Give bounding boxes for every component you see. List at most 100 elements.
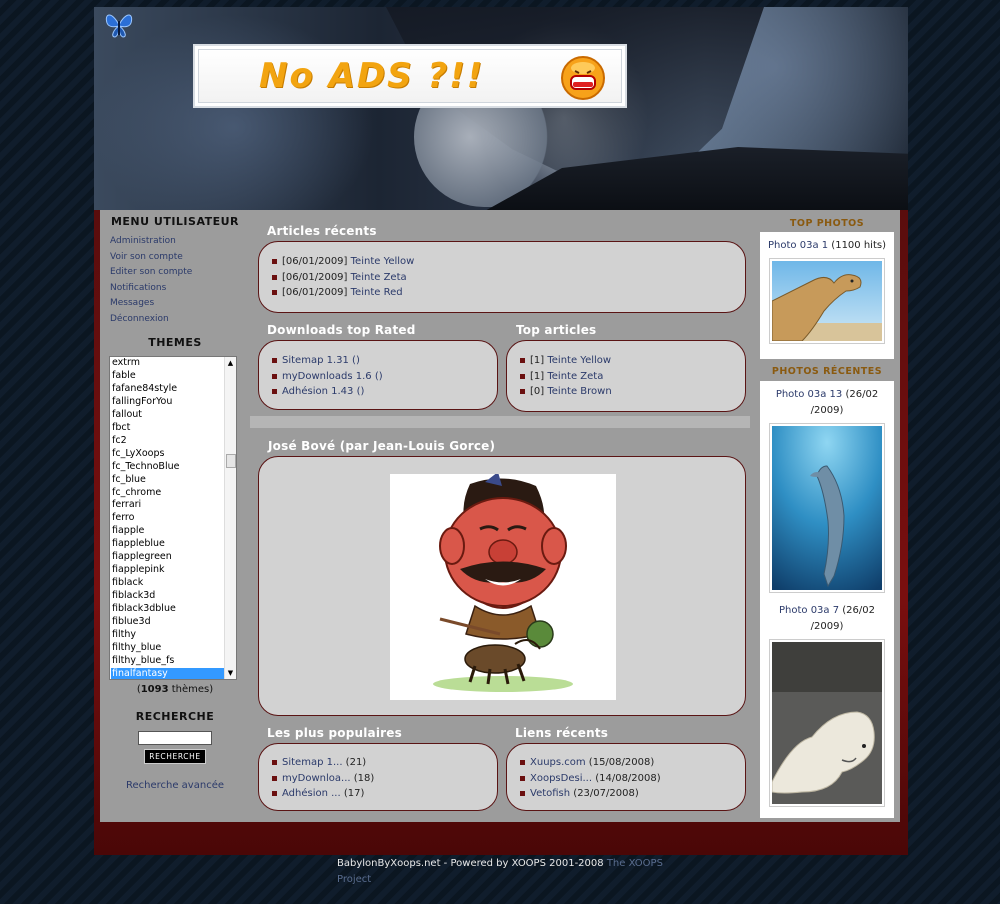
article-link[interactable]: Teinte Zeta [351, 272, 407, 283]
theme-option[interactable]: fc_TechnoBlue [111, 461, 236, 474]
theme-option[interactable]: fafane84style [111, 383, 236, 396]
search-button[interactable]: RECHERCHE [144, 749, 206, 764]
theme-option[interactable]: filthy_blue [111, 642, 236, 655]
theme-option[interactable]: finalfantasy [111, 667, 236, 679]
top-photos-title: TOP PHOTOS [789, 218, 865, 229]
article-link[interactable]: Teinte Brown [547, 386, 611, 397]
menu-item-view-account[interactable]: Voir son compte [110, 252, 183, 262]
recent-photos-panel: Photo 03a 13 (26/02/2009) Photo 03a 7 (2… [760, 381, 894, 818]
recent-links-title: Liens récents [515, 726, 609, 740]
article-link[interactable]: Teinte Zeta [547, 371, 603, 382]
theme-option[interactable]: fable [111, 370, 236, 383]
list-item: myDownloads 1.6 () [259, 369, 497, 385]
list-item: Sitemap 1.31 () [259, 353, 497, 369]
downloads-top-rated-title: Downloads top Rated [267, 323, 416, 337]
theme-option[interactable]: extrm [111, 357, 236, 370]
theme-option[interactable]: fc2 [111, 435, 236, 448]
scrollbar-thumb[interactable] [226, 454, 236, 468]
theme-option[interactable]: fallout [111, 409, 236, 422]
left-sidebar: MENU UTILISATEUR Administration Voir son… [100, 210, 250, 822]
photo-thumbnail-camel[interactable] [769, 258, 885, 344]
theme-option[interactable]: fiapplegreen [111, 551, 236, 564]
list-item: Sitemap 1... (21) [259, 755, 497, 771]
menu-item-edit-account[interactable]: Editer son compte [110, 267, 192, 277]
butterfly-icon[interactable] [102, 9, 136, 43]
caricature-image[interactable] [390, 472, 616, 700]
list-item: Xuups.com (15/08/2008) [507, 755, 745, 771]
theme-option[interactable]: fiblue3d [111, 616, 236, 629]
menu-item-administration[interactable]: Administration [110, 236, 176, 246]
theme-option[interactable]: fiapplepink [111, 564, 236, 577]
bullet-icon [272, 791, 277, 796]
most-popular-box: Sitemap 1... (21) myDownloa... (18) Adhé… [258, 743, 498, 811]
top-photos-panel: Photo 03a 1 (1100 hits) [760, 232, 894, 359]
section-divider [250, 416, 750, 428]
theme-option[interactable]: fc_blue [111, 474, 236, 487]
theme-option[interactable]: filthy_blue_fs [111, 655, 236, 668]
weblink[interactable]: XoopsDesi... [530, 773, 592, 784]
download-link[interactable]: myDownloads 1.6 () [282, 371, 383, 382]
site-footer: BabylonByXoops.net - Powered by XOOPS 20… [337, 856, 667, 888]
list-item: [06/01/2009] Teinte Red [259, 285, 745, 301]
list-item: [06/01/2009] Teinte Zeta [259, 270, 745, 286]
download-link[interactable]: Adhésion 1.43 () [282, 386, 364, 397]
scroll-up-arrow-icon[interactable]: ▲ [225, 357, 236, 369]
top-articles-title: Top articles [516, 323, 597, 337]
theme-option[interactable]: fc_chrome [111, 487, 236, 500]
bullet-icon [272, 259, 277, 264]
theme-option[interactable]: fbct [111, 422, 236, 435]
bullet-icon [272, 775, 277, 781]
theme-selector-list[interactable]: extrm fable fafane84style fallingForYou fall… [109, 356, 237, 680]
theme-option[interactable]: ferro [111, 512, 236, 525]
theme-option[interactable]: fiapple [111, 525, 236, 538]
list-item: Adhésion ... (17) [259, 786, 497, 802]
downloads-top-rated-box: Sitemap 1.31 () myDownloads 1.6 () Adhés… [258, 340, 498, 410]
photo-link[interactable]: Photo 03a 1 [768, 240, 828, 251]
article-link[interactable]: Teinte Yellow [547, 355, 611, 366]
photo-thumbnail-dolphin[interactable] [769, 423, 885, 593]
user-menu: Administration Voir son compte Editer so… [110, 234, 250, 325]
theme-option[interactable]: filthy [111, 629, 236, 642]
scroll-down-arrow-icon[interactable]: ▼ [225, 667, 236, 679]
center-content: Articles récents [06/01/2009] Teinte Yel… [250, 210, 754, 822]
theme-option[interactable]: fiblack3d [111, 590, 236, 603]
list-item: [06/01/2009] Teinte Yellow [259, 254, 745, 270]
list-item: Adhésion 1.43 () [259, 384, 497, 400]
popular-link[interactable]: Sitemap 1... [282, 757, 343, 768]
bullet-icon [272, 274, 277, 280]
advanced-search-link[interactable]: Recherche avancée [100, 780, 250, 791]
bullet-icon [272, 358, 277, 363]
photo-link[interactable]: Photo 03a 7 [779, 605, 839, 616]
photo-caption: Photo 03a 1 (1100 hits) [768, 240, 886, 251]
popular-link[interactable]: myDownloa... [282, 773, 351, 784]
bullet-icon [520, 775, 525, 781]
theme-option[interactable]: fiappleblue [111, 538, 236, 551]
camel-image [771, 261, 882, 342]
theme-option[interactable]: fiblack [111, 577, 236, 590]
photo-link[interactable]: Photo 03a 13 [776, 389, 842, 400]
article-link[interactable]: Teinte Red [351, 287, 403, 298]
bullet-icon [272, 290, 277, 295]
feature-box [258, 456, 746, 716]
search-input[interactable] [138, 731, 212, 745]
weblink[interactable]: Vetofish [530, 788, 570, 799]
menu-item-notifications[interactable]: Notifications [110, 283, 166, 293]
download-link[interactable]: Sitemap 1.31 () [282, 355, 360, 366]
screaming-smiley-icon [561, 56, 605, 100]
article-link[interactable]: Teinte Yellow [351, 256, 415, 267]
site-header: No ADS ?!! [94, 7, 908, 210]
popular-link[interactable]: Adhésion ... [282, 788, 341, 799]
theme-option[interactable]: fiblack3dblue [111, 603, 236, 616]
theme-list-scrollbar[interactable]: ▲ ▼ [224, 357, 236, 679]
theme-option[interactable]: fc_LyXoops [111, 448, 236, 461]
no-ads-banner[interactable]: No ADS ?!! [193, 44, 627, 108]
theme-option[interactable]: ferrari [111, 499, 236, 512]
theme-option[interactable]: fallingForYou [111, 396, 236, 409]
photo-thumbnail-polar-bear[interactable] [769, 639, 885, 807]
recent-articles-box: [06/01/2009] Teinte Yellow [06/01/2009] … [258, 241, 746, 313]
menu-item-logout[interactable]: Déconnexion [110, 314, 169, 324]
photo-caption: Photo 03a 7 (26/02/2009) [778, 605, 875, 632]
list-item: [1] Teinte Yellow [507, 353, 745, 369]
menu-item-messages[interactable]: Messages [110, 298, 154, 308]
weblink[interactable]: Xuups.com [530, 757, 586, 768]
